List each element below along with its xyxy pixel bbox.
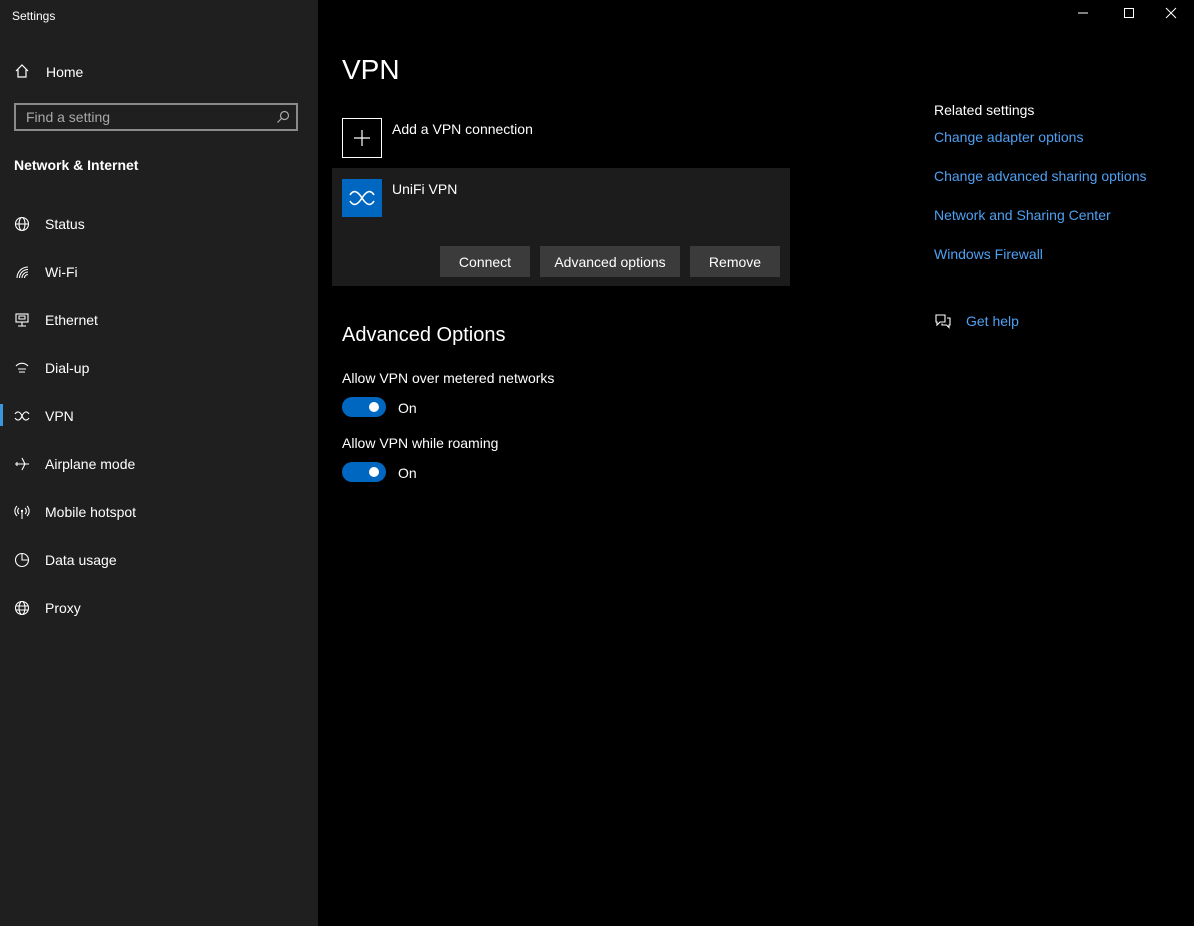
sidebar-item-label: Data usage (45, 552, 117, 568)
ethernet-icon (14, 312, 30, 328)
sidebar-item-label: Wi-Fi (45, 264, 78, 280)
sidebar-item-label: Ethernet (45, 312, 98, 328)
metered-toggle[interactable] (342, 397, 386, 417)
data-usage-icon (14, 552, 30, 568)
link-network-sharing-center[interactable]: Network and Sharing Center (934, 207, 1111, 223)
vpn-icon (14, 408, 30, 424)
home-label: Home (46, 64, 84, 80)
help-chat-icon (934, 313, 952, 334)
globe-status-icon (14, 216, 30, 232)
add-vpn-button[interactable]: Add a VPN connection (342, 118, 642, 158)
sidebar-item-proxy[interactable]: Proxy (0, 584, 318, 632)
search-box[interactable] (14, 103, 298, 131)
roaming-toggle-state: On (398, 465, 417, 481)
remove-button[interactable]: Remove (690, 246, 780, 277)
globe-icon (14, 600, 30, 616)
roaming-toggle[interactable] (342, 462, 386, 482)
metered-toggle-state: On (398, 400, 417, 416)
home-icon (14, 63, 30, 84)
search-icon[interactable] (276, 110, 290, 129)
sidebar-item-vpn[interactable]: VPN (0, 392, 318, 440)
plus-icon (342, 118, 382, 158)
sidebar-item-dialup[interactable]: Dial-up (0, 344, 318, 392)
sidebar-item-ethernet[interactable]: Ethernet (0, 296, 318, 344)
link-advanced-sharing-options[interactable]: Change advanced sharing options (934, 168, 1147, 184)
hotspot-icon (14, 504, 30, 520)
advanced-options-heading: Advanced Options (342, 324, 506, 346)
option-label-metered: Allow VPN over metered networks (342, 370, 555, 386)
vpn-logo-icon (342, 179, 382, 217)
sidebar-item-label: Mobile hotspot (45, 504, 137, 520)
dialup-icon (14, 360, 30, 376)
main-content: VPN Add a VPN connection UniFi VPN Conne… (318, 0, 1194, 926)
toggle-knob (369, 402, 379, 412)
link-windows-firewall[interactable]: Windows Firewall (934, 246, 1043, 262)
home-nav-item[interactable]: Home (0, 56, 318, 88)
sidebar-item-label: Dial-up (45, 360, 90, 376)
wifi-icon (14, 264, 30, 280)
section-title: Network & Internet (14, 157, 139, 173)
link-change-adapter-options[interactable]: Change adapter options (934, 129, 1083, 145)
airplane-icon (14, 456, 30, 472)
advanced-options-button[interactable]: Advanced options (540, 246, 680, 277)
sidebar-item-wifi[interactable]: Wi-Fi (0, 248, 318, 296)
sidebar-item-label: VPN (45, 408, 74, 424)
toggle-knob (369, 467, 379, 477)
vpn-connection-name: UniFi VPN (392, 181, 458, 197)
sidebar-item-label: Status (45, 216, 85, 232)
sidebar-item-airplane[interactable]: Airplane mode (0, 440, 318, 488)
page-title: VPN (342, 54, 400, 85)
sidebar: Settings Home Network & Internet Status … (0, 0, 318, 926)
sidebar-item-status[interactable]: Status (0, 200, 318, 248)
sidebar-item-label: Airplane mode (45, 456, 136, 472)
sidebar-nav: Status Wi-Fi Ethernet Dial-up VPN Airpla… (0, 200, 318, 632)
add-vpn-label: Add a VPN connection (392, 121, 533, 137)
search-input[interactable] (16, 105, 281, 129)
sidebar-item-label: Proxy (45, 600, 81, 616)
sidebar-item-hotspot[interactable]: Mobile hotspot (0, 488, 318, 536)
app-title: Settings (12, 9, 56, 23)
get-help-link[interactable]: Get help (966, 313, 1019, 329)
connect-button[interactable]: Connect (440, 246, 530, 277)
related-settings-heading: Related settings (934, 102, 1035, 118)
option-label-roaming: Allow VPN while roaming (342, 435, 499, 451)
sidebar-item-data-usage[interactable]: Data usage (0, 536, 318, 584)
vpn-connection-card[interactable]: UniFi VPN Connect Advanced options Remov… (332, 168, 790, 286)
